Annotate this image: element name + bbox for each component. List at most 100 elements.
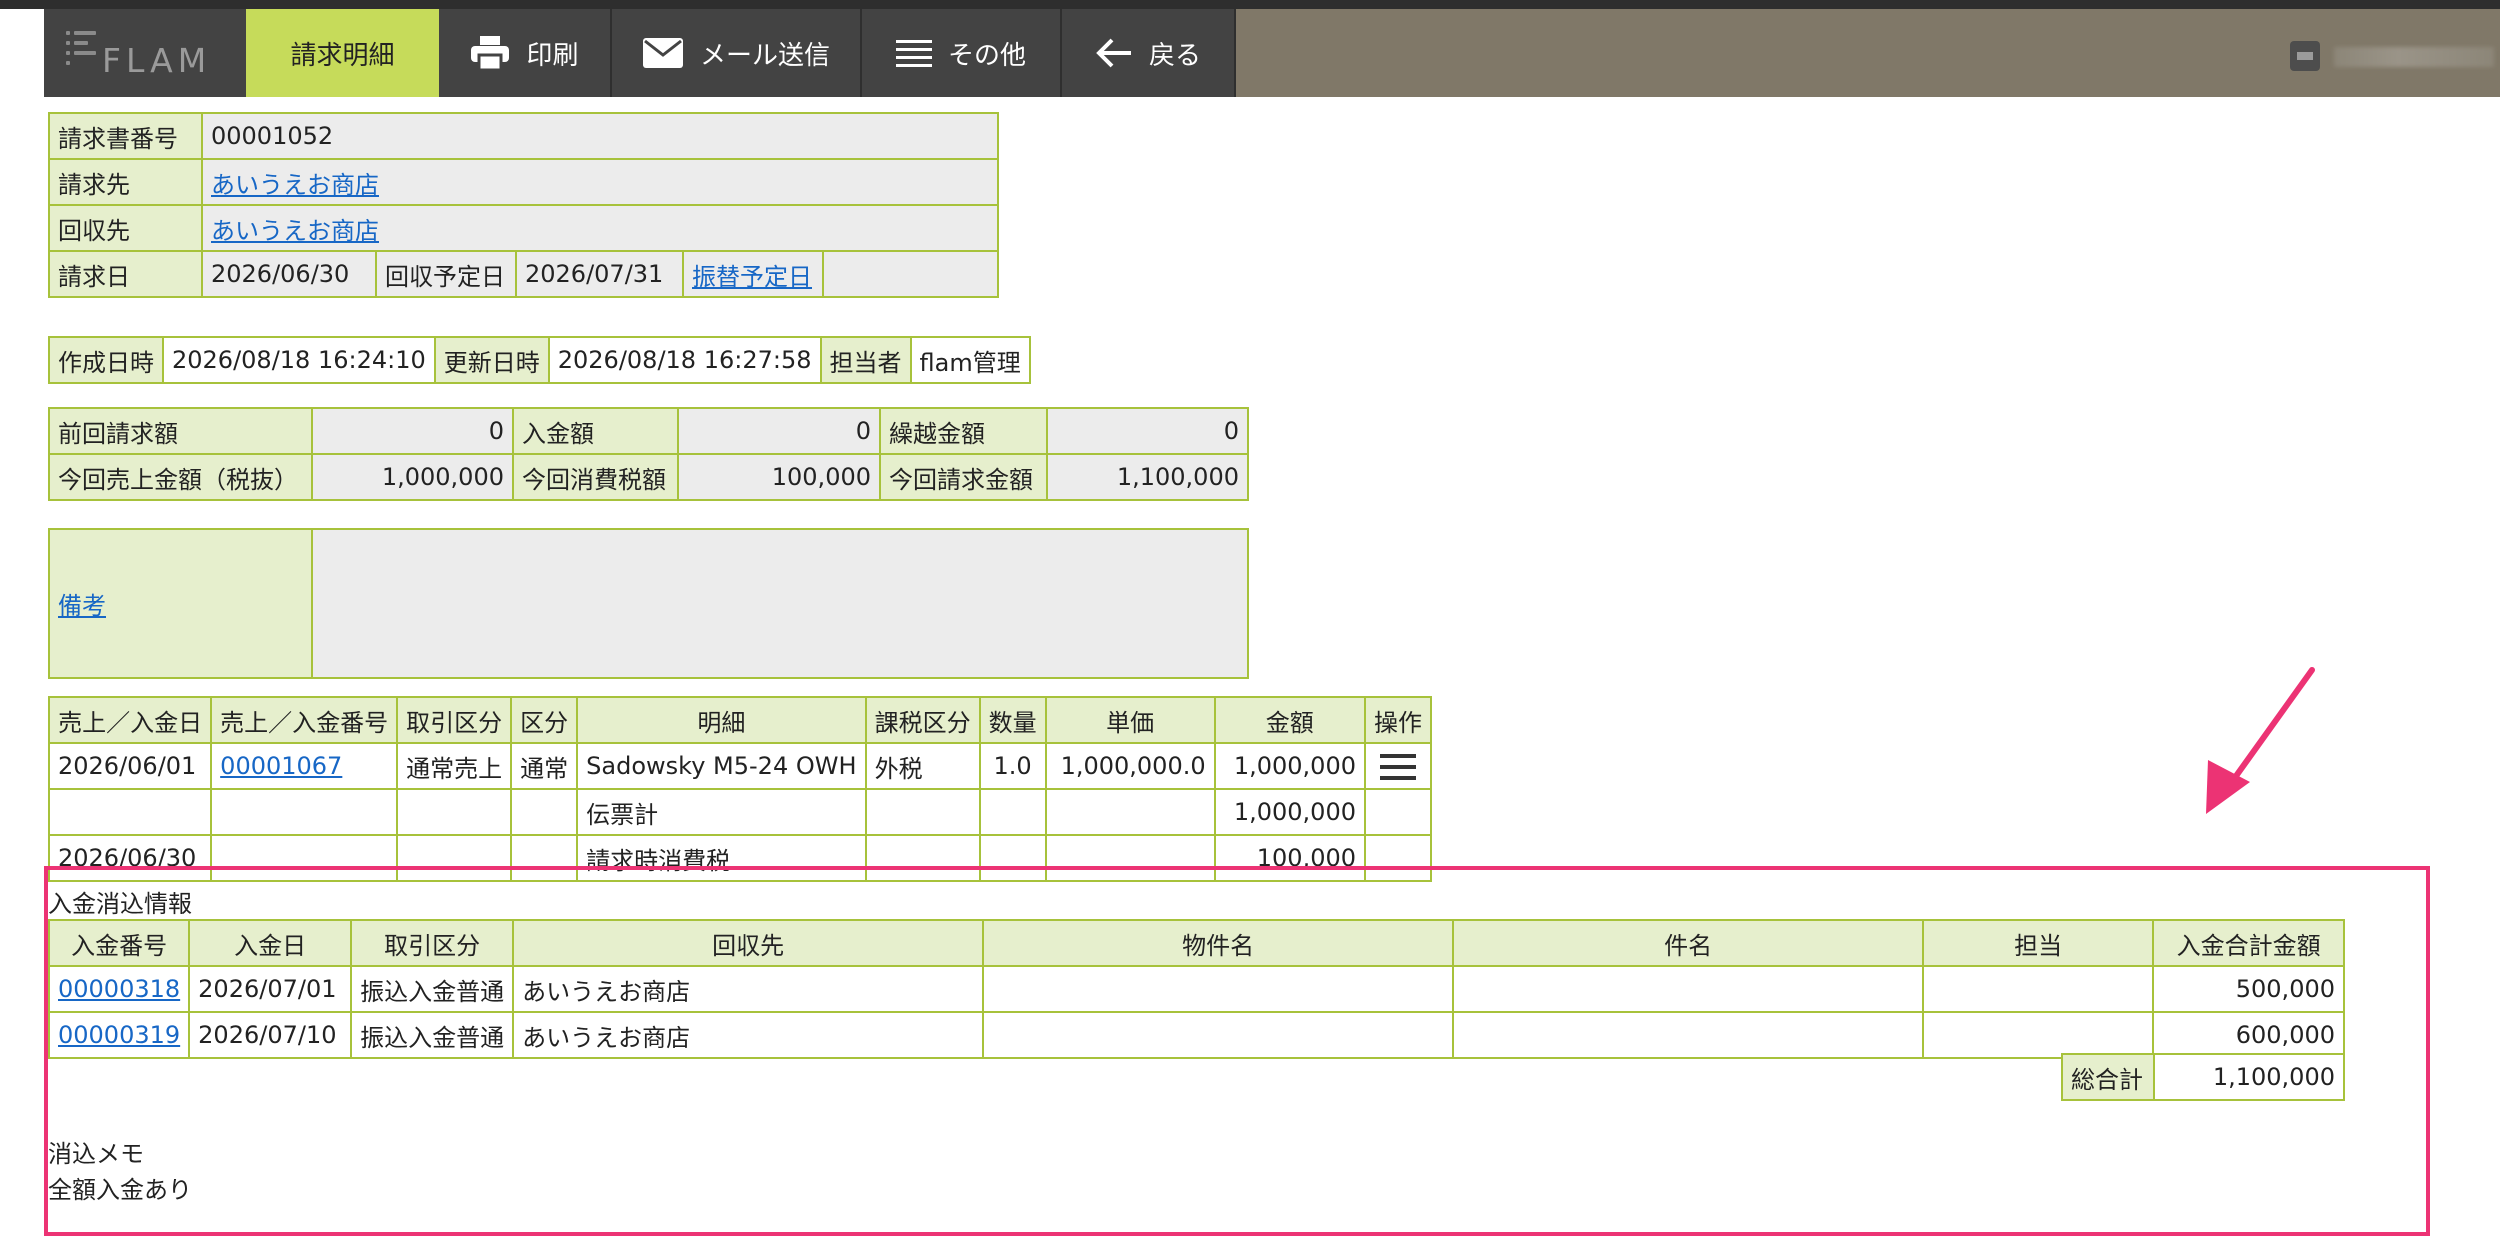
current-tax-label: 今回消費税額: [512, 453, 679, 501]
billing-to-label: 請求先: [48, 158, 203, 206]
send-mail-button[interactable]: メール送信: [612, 9, 862, 97]
row-operation: [1364, 788, 1432, 836]
pc-row-number-link[interactable]: 00000319: [58, 1021, 180, 1049]
pc-row-subject: [1452, 965, 1925, 1013]
empty-cell: [822, 250, 999, 298]
pc-row-property: [982, 1011, 1455, 1059]
collect-date: 2026/07/31: [515, 250, 684, 298]
invoice-number: 00001052: [201, 112, 999, 160]
received-amount: 0: [677, 407, 881, 455]
col-header-qty: 数量: [978, 696, 1047, 744]
current-sales-label: 今回売上金額（税抜）: [48, 453, 313, 501]
row-qty: [978, 788, 1047, 836]
pc-row-collect-from: あいうえお商店: [512, 1011, 985, 1059]
window-top-strip: [0, 0, 2500, 9]
pc-row-staff: [1922, 965, 2155, 1013]
collect-from-label: 回収先: [48, 204, 203, 252]
col-header-unit-price: 単価: [1044, 696, 1216, 744]
pc-header-date: 入金日: [188, 919, 353, 967]
row-tax-type: [864, 788, 981, 836]
invoice-info-table: 請求書番号 00001052 請求先 あいうえお商店 回収先 あいうえお商店 請…: [48, 112, 999, 298]
arrow-left-icon: [1096, 38, 1131, 68]
nav-invoice-detail[interactable]: 請求明細: [246, 9, 439, 97]
payment-clearing-table: 入金番号 入金日 取引区分 回収先 物件名 件名 担当 入金合計金額 00000…: [47, 919, 2345, 1059]
row-category: [510, 788, 579, 836]
row-date: 2026/06/01: [47, 742, 213, 790]
back-button-label: 戻る: [1148, 40, 1201, 71]
updated-label: 更新日時: [433, 336, 550, 384]
meta-info-table: 作成日時 2026/08/18 16:24:10 更新日時 2026/08/18…: [48, 336, 1031, 384]
col-header-number: 売上／入金番号: [210, 696, 399, 744]
grand-total-label: 総合計: [2061, 1053, 2155, 1101]
row-trade-type: [396, 788, 513, 836]
row-qty: 1.0: [978, 742, 1047, 790]
send-mail-button-label: メール送信: [699, 40, 830, 71]
collect-date-label: 回収予定日: [375, 250, 517, 298]
other-menu-button[interactable]: その他: [862, 9, 1062, 97]
details-table: 売上／入金日 売上／入金番号 取引区分 区分 明細 課税区分 数量 単価 金額 …: [47, 696, 1432, 882]
clearing-memo-label: 消込メモ: [48, 1140, 144, 1168]
updated-at: 2026/08/18 16:27:58: [547, 336, 822, 384]
col-header-item: 明細: [576, 696, 867, 744]
current-total-label: 今回請求金額: [879, 453, 1048, 501]
row-trade-type: 通常売上: [396, 742, 513, 790]
staff-label: 担当者: [819, 336, 912, 384]
pc-row-subject: [1452, 1011, 1925, 1059]
grand-total-table: 総合計 1,100,000: [2061, 1053, 2345, 1101]
prev-billing-label: 前回請求額: [48, 407, 313, 455]
pc-row-date: 2026/07/01: [188, 965, 353, 1013]
row-operation-menu-icon[interactable]: [1380, 754, 1416, 780]
nav-invoice-detail-label: 請求明細: [290, 40, 395, 71]
col-header-operation: 操作: [1364, 696, 1432, 744]
printer-icon: [471, 36, 510, 71]
pc-row-trade-type: 振込入金普通: [350, 965, 515, 1013]
clearing-memo-value: 全額入金あり: [48, 1176, 192, 1204]
col-header-date: 売上／入金日: [47, 696, 213, 744]
row-tax-type: 外税: [864, 742, 981, 790]
row-unit-price: [1044, 788, 1216, 836]
col-header-tax-type: 課税区分: [864, 696, 981, 744]
payment-clearing-title: 入金消込情報: [48, 890, 192, 918]
row-number: [210, 788, 399, 836]
row-category: 通常: [510, 742, 579, 790]
pc-header-collect-from: 回収先: [512, 919, 985, 967]
remarks-link[interactable]: 備考: [58, 592, 106, 620]
collect-from-link[interactable]: あいうえお商店: [211, 217, 379, 245]
user-menu[interactable]: [2290, 41, 2500, 73]
pc-row-number-link[interactable]: 00000318: [58, 975, 180, 1003]
transfer-date-link[interactable]: 振替予定日: [692, 263, 812, 291]
pc-row-date: 2026/07/10: [188, 1011, 353, 1059]
print-button-label: 印刷: [526, 40, 579, 71]
pc-header-staff: 担当: [1922, 919, 2155, 967]
pc-header-number: 入金番号: [47, 919, 191, 967]
current-sales-amount: 1,000,000: [311, 453, 514, 501]
pc-row-property: [982, 965, 1455, 1013]
col-header-amount: 金額: [1213, 696, 1367, 744]
other-menu-button-label: その他: [947, 40, 1026, 71]
print-button[interactable]: 印刷: [439, 9, 612, 97]
back-button[interactable]: 戻る: [1062, 9, 1236, 97]
carryover-label: 繰越金額: [879, 407, 1048, 455]
billing-to-link[interactable]: あいうえお商店: [211, 171, 379, 199]
remarks-table: 備考: [48, 528, 1249, 679]
pc-row-trade-type: 振込入金普通: [350, 1011, 515, 1059]
row-item: 伝票計: [576, 788, 867, 836]
pc-row-amount: 600,000: [2152, 1011, 2345, 1059]
flam-logo[interactable]: FLAM: [44, 9, 246, 97]
prev-billing-amount: 0: [311, 407, 514, 455]
pc-row-amount: 500,000: [2152, 965, 2345, 1013]
avatar: [2290, 41, 2320, 71]
pc-row-collect-from: あいうえお商店: [512, 965, 985, 1013]
row-item: Sadowsky M5-24 OWH: [576, 742, 867, 790]
created-at: 2026/08/18 16:24:10: [162, 336, 436, 384]
remarks-value: [311, 528, 1249, 679]
table-row: 2026/06/01 00001067 通常売上 通常 Sadowsky M5-…: [47, 742, 1432, 790]
row-number-link[interactable]: 00001067: [220, 752, 342, 780]
top-navbar: FLAM 請求明細 印刷 メール送信 その他 戻る: [44, 9, 2500, 97]
carryover-amount: 0: [1046, 407, 1249, 455]
row-date: [47, 788, 213, 836]
pc-header-trade-type: 取引区分: [350, 919, 515, 967]
table-row: 00000318 2026/07/01 振込入金普通 あいうえお商店 500,0…: [47, 965, 2345, 1013]
table-row: 伝票計 1,000,000: [47, 788, 1432, 836]
invoice-number-label: 請求書番号: [48, 112, 203, 160]
